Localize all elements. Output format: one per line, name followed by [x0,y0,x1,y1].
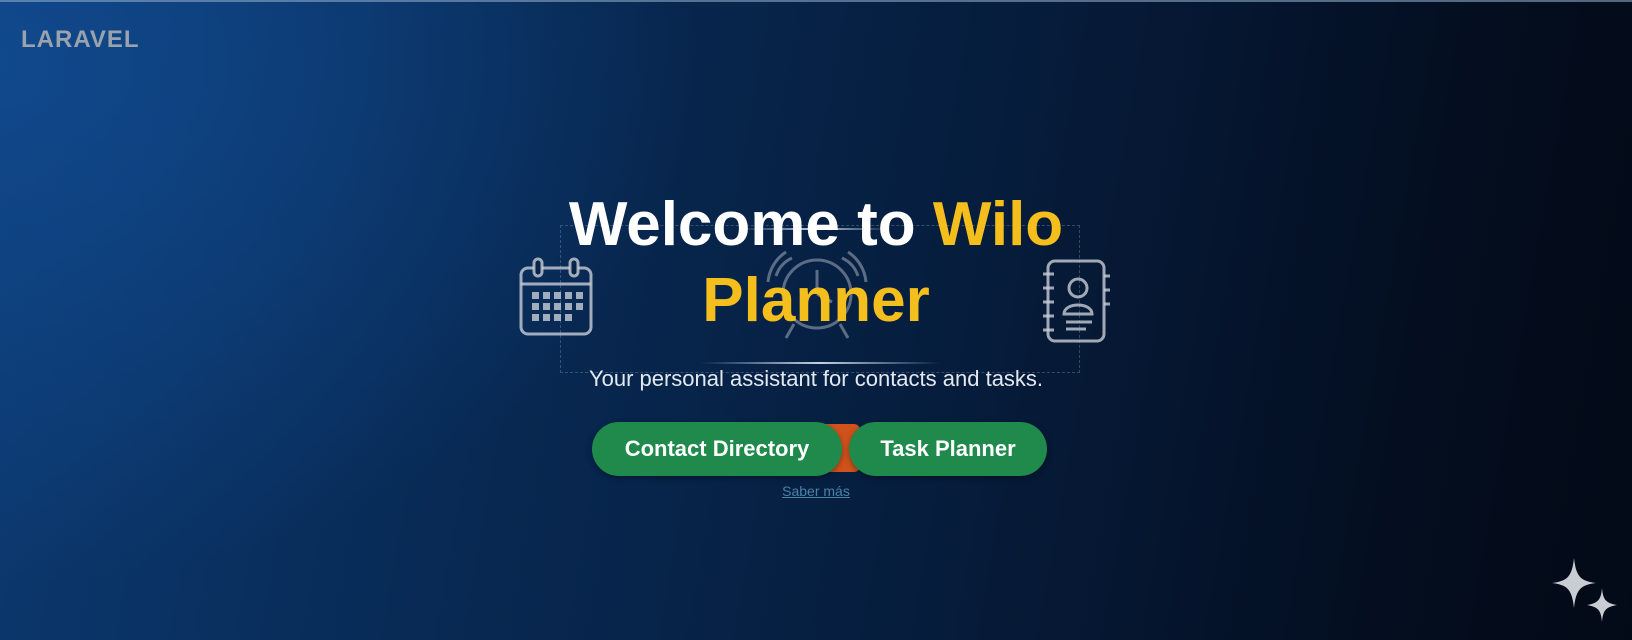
welcome-page: LARAVEL Welcome to Wilo Planner Your per… [0,0,1632,640]
hero-subtitle: Your personal assistant for contacts and… [588,366,1044,391]
learn-more-link[interactable]: Saber más [0,483,1632,499]
sparkle-small-icon [1587,588,1617,627]
contact-directory-button[interactable]: Contact Directory [592,422,842,476]
brand-logo[interactable]: LARAVEL [21,26,140,54]
title-brand-text: Wilo [932,190,1064,259]
top-border [0,0,1632,2]
hero-title: Welcome to Wilo Planner [0,187,1632,339]
glow-line-bottom [700,362,940,364]
title-welcome-text: Welcome to [568,190,933,259]
task-planner-button[interactable]: Task Planner [849,422,1047,476]
title-planner-text: Planner [702,266,930,335]
